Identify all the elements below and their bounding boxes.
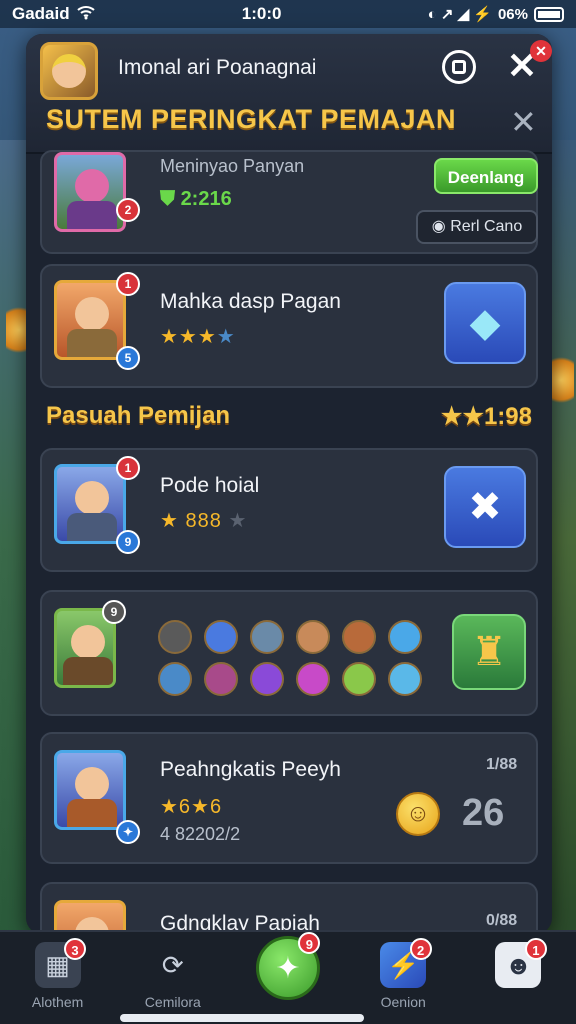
item-icon[interactable] bbox=[250, 662, 284, 696]
nav-badge: 2 bbox=[409, 938, 432, 960]
refresh-icon: ⟳ bbox=[161, 949, 184, 980]
claim-button[interactable]: ♜ bbox=[452, 614, 526, 690]
close-icon[interactable]: ✕ bbox=[510, 106, 537, 138]
battery-icon bbox=[534, 6, 564, 22]
trophy-icon: ♜ bbox=[471, 630, 507, 674]
nav-label: Alothem bbox=[31, 994, 84, 1010]
item-icon[interactable] bbox=[388, 620, 422, 654]
list-item[interactable]: 1 9 Pode hoial ★ 888 ★ ✖ bbox=[40, 448, 538, 572]
item-icon[interactable] bbox=[342, 662, 376, 696]
hero-avatar bbox=[54, 750, 126, 830]
smiley-icon: ☺ bbox=[396, 792, 440, 836]
primary-button[interactable]: Deenlang bbox=[434, 158, 538, 194]
panel-header: Imonal ari Poanagnai SUTEM PERINGKAT PEM… bbox=[26, 34, 552, 154]
item-icon[interactable] bbox=[296, 662, 330, 696]
card-title: Peahngkatis Peeyh bbox=[160, 758, 341, 781]
shield-icon: ⛊ bbox=[160, 188, 181, 210]
crystal-reward-button[interactable]: ◆ bbox=[444, 282, 526, 364]
carrier-label: Gadaid bbox=[12, 4, 70, 23]
settings-button[interactable] bbox=[442, 50, 476, 84]
section-score: ★★1:98 bbox=[440, 403, 532, 430]
square-icon bbox=[452, 60, 466, 74]
item-icon[interactable] bbox=[296, 620, 330, 654]
hero-avatar bbox=[54, 280, 126, 360]
item-icon[interactable] bbox=[158, 620, 192, 654]
item-icon[interactable] bbox=[388, 662, 422, 696]
item-badge: 9 bbox=[102, 600, 126, 624]
header-subtitle: Imonal ari Poanagnai bbox=[118, 56, 317, 79]
rank-number: 26 bbox=[462, 792, 505, 834]
level-badge: 9 bbox=[116, 530, 140, 554]
star-rating: ★ 888 ★ bbox=[160, 510, 248, 532]
nav-item-oenion[interactable]: ⚡ 2 Oenion bbox=[346, 932, 461, 1024]
nav-badge: 3 bbox=[64, 938, 86, 960]
close-badge: ✕ bbox=[530, 40, 552, 62]
item-icon[interactable] bbox=[250, 620, 284, 654]
hero-avatar bbox=[54, 464, 126, 544]
rank-badge: 1 bbox=[116, 272, 140, 296]
status-bar: Gadaid 1:0:0 ◐ ↗ ◢ ⚡ 06% bbox=[0, 0, 576, 28]
card-title: Pode hoial bbox=[160, 474, 260, 497]
ranking-panel: Imonal ari Poanagnai SUTEM PERINGKAT PEM… bbox=[26, 34, 552, 934]
rank-badge: 2 bbox=[116, 198, 140, 222]
hero-avatar bbox=[54, 152, 126, 232]
level-badge: ✦ bbox=[116, 820, 140, 844]
level-badge: 5 bbox=[116, 346, 140, 370]
item-icon[interactable] bbox=[204, 620, 238, 654]
coin-icon: ◉ bbox=[431, 218, 451, 235]
hero-avatar bbox=[54, 900, 126, 934]
nav-item-cemilora[interactable]: ⟳ Cemilora bbox=[115, 932, 230, 1024]
progress-text: 0/88 bbox=[486, 912, 518, 929]
nav-item-play[interactable]: ✦ 9 bbox=[230, 932, 345, 1024]
item-icon[interactable] bbox=[158, 662, 192, 696]
home-indicator[interactable] bbox=[120, 1014, 364, 1022]
card-title: Meninyao Panyan bbox=[160, 156, 305, 176]
secondary-button[interactable]: ◉ Rerl Cano bbox=[416, 210, 538, 244]
nav-badge: 1 bbox=[524, 938, 547, 960]
progress-text: 1/88 bbox=[486, 756, 518, 773]
list-item[interactable]: 2 Meninyao Panyan ⛊ 2:216 Deenlang ◉ Rer… bbox=[40, 150, 538, 254]
player-avatar[interactable] bbox=[40, 42, 98, 100]
star-rating: ★★★★ bbox=[160, 326, 236, 348]
battery-percent: 06% bbox=[497, 5, 528, 23]
nav-label: Cemilora bbox=[144, 994, 201, 1010]
clock: 1:0:0 bbox=[241, 4, 282, 23]
list-item[interactable]: ✦ Peahngkatis Peeyh ★6★6 4 82202/2 1/88 … bbox=[40, 732, 538, 864]
nav-item-alothem[interactable]: ▦ 3 Alothem bbox=[0, 932, 115, 1024]
list-item[interactable]: 1 5 Mahka dasp Pagan ★★★★ ◆ bbox=[40, 264, 538, 388]
status-icons: ◐ ↗ ◢ ⚡ bbox=[427, 6, 492, 23]
item-icon[interactable] bbox=[204, 662, 238, 696]
hammer-icon: ✖ bbox=[468, 485, 502, 529]
wifi-icon bbox=[76, 4, 96, 25]
crystal-icon: ◆ bbox=[469, 301, 501, 345]
section-title: Pasuah Pemijan bbox=[46, 402, 231, 429]
page-title: SUTEM PERINGKAT PEMAJAN bbox=[46, 104, 457, 134]
nav-badge: 9 bbox=[298, 932, 321, 954]
score-value: ⛊ 2:216 bbox=[160, 188, 232, 210]
star-rating: ★6★6 bbox=[160, 796, 223, 818]
nav-item-profile[interactable]: ☻ 1 bbox=[461, 932, 576, 1024]
card-subtext: 4 82202/2 bbox=[160, 824, 241, 844]
card-title: Mahka dasp Pagan bbox=[160, 290, 341, 313]
tools-action-button[interactable]: ✖ bbox=[444, 466, 526, 548]
item-icon[interactable] bbox=[342, 620, 376, 654]
list-item[interactable]: 9 ♜ bbox=[40, 590, 538, 716]
bottom-nav: ▦ 3 Alothem ⟳ Cemilora ✦ 9 ⚡ 2 Oenion ☻ … bbox=[0, 930, 576, 1024]
rank-badge: 1 bbox=[116, 456, 140, 480]
list-item[interactable]: Gdngklay Papiah 0/88 bbox=[40, 882, 538, 934]
nav-label: Oenion bbox=[380, 994, 426, 1010]
